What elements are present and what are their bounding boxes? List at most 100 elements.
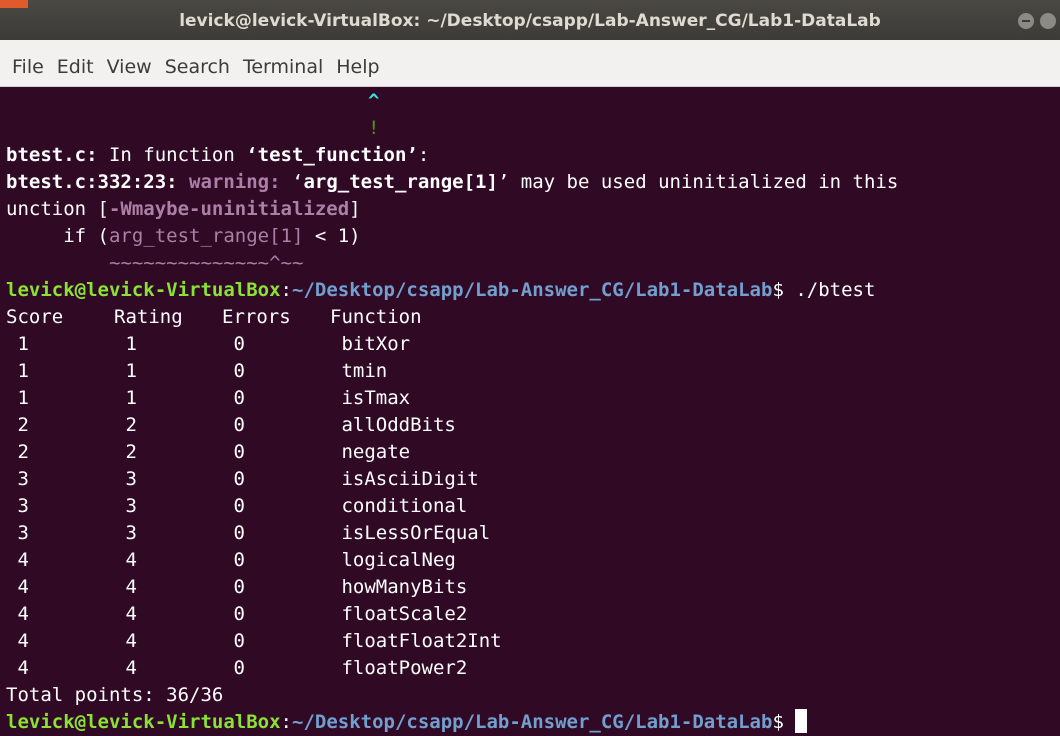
- terminal-window: levick@levick-VirtualBox: ~/Desktop/csap…: [0, 0, 1060, 734]
- errors-cell: 0: [222, 657, 245, 679]
- score-cell: 3: [6, 522, 29, 544]
- rating-cell: 4: [114, 549, 137, 571]
- bang-line: !: [6, 115, 1060, 142]
- function-cell: conditional: [330, 495, 468, 517]
- errors-cell: 0: [222, 468, 245, 490]
- text-cursor: [795, 708, 808, 733]
- rating-cell: 4: [114, 630, 137, 652]
- score-cell: 2: [6, 441, 29, 463]
- final-prompt-line: levick@levick-VirtualBox:~/Desktop/csapp…: [6, 708, 1060, 736]
- prompt-dollar: $: [772, 279, 796, 301]
- maximize-button[interactable]: [1040, 13, 1056, 29]
- menu-search[interactable]: Search: [165, 40, 230, 94]
- function-cell: isTmax: [330, 387, 411, 409]
- function-cell: floatScale2: [330, 603, 468, 625]
- function-cell: isAsciiDigit: [330, 468, 479, 490]
- menu-edit[interactable]: Edit: [57, 40, 94, 94]
- header-errors: Errors: [222, 306, 291, 328]
- table-row: 4 4 0 floatPower2: [6, 655, 1060, 682]
- warning-wrap-line: unction [-Wmaybe-uninitialized]: [6, 196, 1060, 223]
- command: ./btest: [795, 279, 876, 301]
- code-suffix: < 1): [303, 225, 361, 247]
- wrap-prefix: unction [: [6, 198, 109, 220]
- rating-cell: 3: [114, 468, 137, 490]
- function-cell: allOddBits: [330, 414, 456, 436]
- table-row: 3 3 0 isLessOrEqual: [6, 520, 1060, 547]
- prompt-line: levick@levick-VirtualBox:~/Desktop/csapp…: [6, 277, 1060, 304]
- window-title: levick@levick-VirtualBox: ~/Desktop/csap…: [179, 11, 881, 31]
- rating-cell: 1: [114, 333, 137, 355]
- terminal-output[interactable]: ^ ! btest.c: In function ‘test_function’…: [6, 88, 1060, 736]
- code-variable: arg_test_range[1]: [108, 225, 304, 247]
- minimize-icon: [1022, 20, 1030, 22]
- prompt-dollar: $: [772, 711, 796, 733]
- table-row: 3 3 0 conditional: [6, 493, 1060, 520]
- code-line: if (arg_test_range[1] < 1): [6, 223, 1060, 250]
- prompt-sep: :: [280, 711, 292, 733]
- warning-line: btest.c:332:23: warning: ‘arg_test_range…: [6, 169, 1060, 196]
- prompt-path: ~/Desktop/csapp/Lab-Answer_CG/Lab1-DataL…: [292, 279, 773, 301]
- title-bar[interactable]: levick@levick-VirtualBox: ~/Desktop/csap…: [0, 0, 1060, 41]
- errors-cell: 0: [222, 360, 245, 382]
- fn-name: ‘test_function’: [246, 144, 418, 166]
- table-row: 4 4 0 floatFloat2Int: [6, 628, 1060, 655]
- errors-cell: 0: [222, 549, 245, 571]
- errors-cell: 0: [222, 576, 245, 598]
- fn-text: In function: [97, 144, 247, 166]
- rating-cell: 4: [114, 603, 137, 625]
- table-row: 4 4 0 logicalNeg: [6, 547, 1060, 574]
- score-cell: 4: [6, 576, 29, 598]
- function-cell: floatFloat2Int: [330, 630, 502, 652]
- warning-label: warning:: [189, 171, 281, 193]
- warning-flag: -Wmaybe-uninitialized: [108, 198, 350, 220]
- rating-cell: 3: [114, 495, 137, 517]
- errors-cell: 0: [222, 414, 245, 436]
- menu-file[interactable]: File: [12, 40, 44, 94]
- caret-marker: ^: [368, 90, 380, 112]
- errors-cell: 0: [222, 603, 245, 625]
- bang-marker: !: [368, 117, 380, 139]
- prompt-user: levick@levick-VirtualBox: [6, 711, 281, 733]
- warning-location: btest.c:332:23:: [6, 171, 178, 193]
- function-cell: floatPower2: [330, 657, 468, 679]
- score-cell: 2: [6, 414, 29, 436]
- function-cell: bitXor: [330, 333, 411, 355]
- function-cell: negate: [330, 441, 411, 463]
- function-context-line: btest.c: In function ‘test_function’:: [6, 142, 1060, 169]
- prompt-sep: :: [280, 279, 292, 301]
- rating-cell: 1: [114, 387, 137, 409]
- header-score: Score: [6, 306, 64, 328]
- caret-line: ^: [6, 88, 1060, 115]
- function-cell: logicalNeg: [330, 549, 456, 571]
- errors-cell: 0: [222, 333, 245, 355]
- score-cell: 3: [6, 468, 29, 490]
- header-rating: Rating: [114, 306, 183, 328]
- table-row: 1 1 0 isTmax: [6, 385, 1060, 412]
- errors-cell: 0: [222, 387, 245, 409]
- code-prefix: if (: [6, 225, 109, 247]
- score-cell: 4: [6, 657, 29, 679]
- table-row: 2 2 0 negate: [6, 439, 1060, 466]
- table-row: 4 4 0 floatScale2: [6, 601, 1060, 628]
- warning-message: ’ may be used uninitialized in this: [497, 171, 899, 193]
- header-function: Function: [330, 306, 422, 328]
- errors-cell: 0: [222, 522, 245, 544]
- total-points: Total points: 36/36: [6, 684, 224, 706]
- menu-view[interactable]: View: [107, 40, 152, 94]
- score-cell: 4: [6, 549, 29, 571]
- rating-cell: 3: [114, 522, 137, 544]
- function-cell: tmin: [330, 360, 388, 382]
- score-cell: 1: [6, 360, 29, 382]
- rating-cell: 4: [114, 576, 137, 598]
- rating-cell: 2: [114, 414, 137, 436]
- menu-help[interactable]: Help: [336, 40, 379, 94]
- rating-cell: 2: [114, 441, 137, 463]
- score-cell: 4: [6, 630, 29, 652]
- minimize-button[interactable]: [1018, 13, 1034, 29]
- table-row: 1 1 0 tmin: [6, 358, 1060, 385]
- prompt-path: ~/Desktop/csapp/Lab-Answer_CG/Lab1-DataL…: [292, 711, 773, 733]
- menu-terminal[interactable]: Terminal: [243, 40, 323, 94]
- errors-cell: 0: [222, 630, 245, 652]
- prompt-user: levick@levick-VirtualBox: [6, 279, 281, 301]
- results-header: Score Rating Errors Function: [6, 304, 1060, 331]
